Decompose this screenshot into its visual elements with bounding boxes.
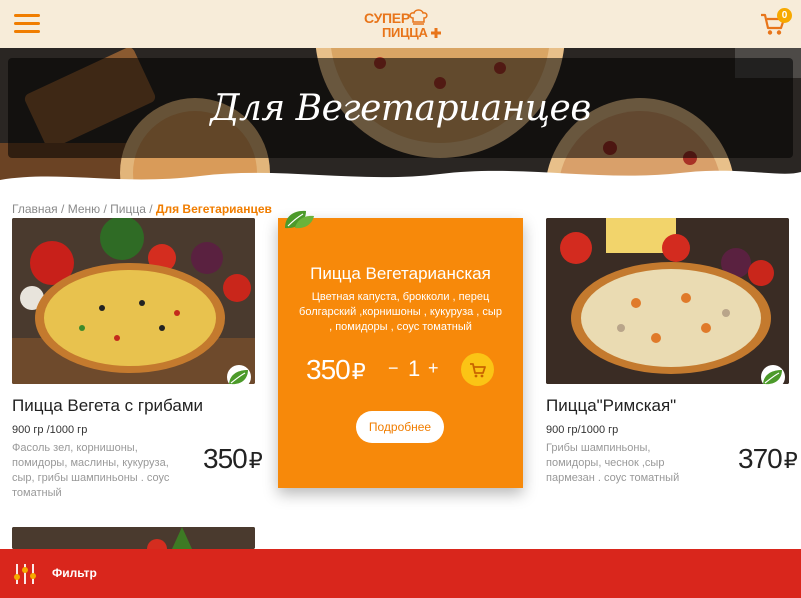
cart-count-badge: 0 xyxy=(777,8,792,23)
product-weight: 900 гр /1000 гр xyxy=(12,424,88,436)
filter-icon xyxy=(14,564,36,584)
product-price: 350₽ xyxy=(203,443,263,474)
filter-label: Фильтр xyxy=(52,566,97,580)
pizza-photo xyxy=(12,527,255,549)
page-title: Для Вегетарианцев xyxy=(210,88,591,129)
logo[interactable]: СУПЕР ПИЦЦА xyxy=(362,8,444,42)
pizza-photo xyxy=(546,218,789,384)
featured-product-card[interactable]: Пицца Вегетарианская Цветная капуста, бр… xyxy=(278,218,523,488)
hero-banner: Для Вегетарианцев xyxy=(0,48,801,188)
product-name[interactable]: Пицца"Римская" xyxy=(546,396,676,416)
breadcrumb-pizza[interactable]: Пицца xyxy=(110,202,146,216)
product-price: 370₽ xyxy=(738,443,798,474)
breadcrumb: Главная / Меню / Пицца / Для Вегетарианц… xyxy=(12,202,272,216)
leaf-icon xyxy=(285,210,314,229)
featured-product-name[interactable]: Пицца Вегетарианская xyxy=(278,264,523,284)
cart-button[interactable]: 0 xyxy=(759,8,792,38)
chef-hat-icon xyxy=(409,9,428,25)
plus-icon xyxy=(431,28,441,38)
leaf-icon xyxy=(227,365,251,389)
product-description: Грибы шампиньоны, помидоры, чеснок ,сыр … xyxy=(546,442,680,484)
breadcrumb-separator: / xyxy=(145,202,156,216)
product-description: Фасоль зел, корнишоны, помидоры, маслины… xyxy=(12,442,170,499)
breadcrumb-current: Для Вегетарианцев xyxy=(155,202,272,216)
menu-icon[interactable] xyxy=(14,12,42,34)
featured-product-price: 350₽ xyxy=(306,354,366,385)
product-image[interactable] xyxy=(12,527,255,549)
leaf-icon xyxy=(761,365,785,389)
product-image[interactable] xyxy=(546,218,789,384)
pizza-photo xyxy=(12,218,255,384)
product-image[interactable] xyxy=(12,218,255,384)
cart-icon xyxy=(470,363,486,378)
quantity-value: 1 xyxy=(408,356,421,381)
filter-bar[interactable]: Фильтр xyxy=(0,549,801,598)
details-button[interactable]: Подробнее xyxy=(356,411,444,443)
breadcrumb-menu[interactable]: Меню xyxy=(68,202,100,216)
quantity-increase-button[interactable]: + xyxy=(428,358,439,379)
product-name[interactable]: Пицца Вегета с грибами xyxy=(12,396,203,416)
featured-product-description: Цветная капуста, брокколи , перец болгар… xyxy=(299,291,502,333)
add-to-cart-button[interactable] xyxy=(461,353,494,386)
quantity-decrease-button[interactable]: − xyxy=(388,358,399,379)
breadcrumb-home[interactable]: Главная xyxy=(12,202,58,216)
header: СУПЕР ПИЦЦА 0 xyxy=(0,0,801,48)
breadcrumb-separator: / xyxy=(100,202,111,216)
product-weight: 900 гр/1000 гр xyxy=(546,424,619,436)
breadcrumb-separator: / xyxy=(57,202,68,216)
